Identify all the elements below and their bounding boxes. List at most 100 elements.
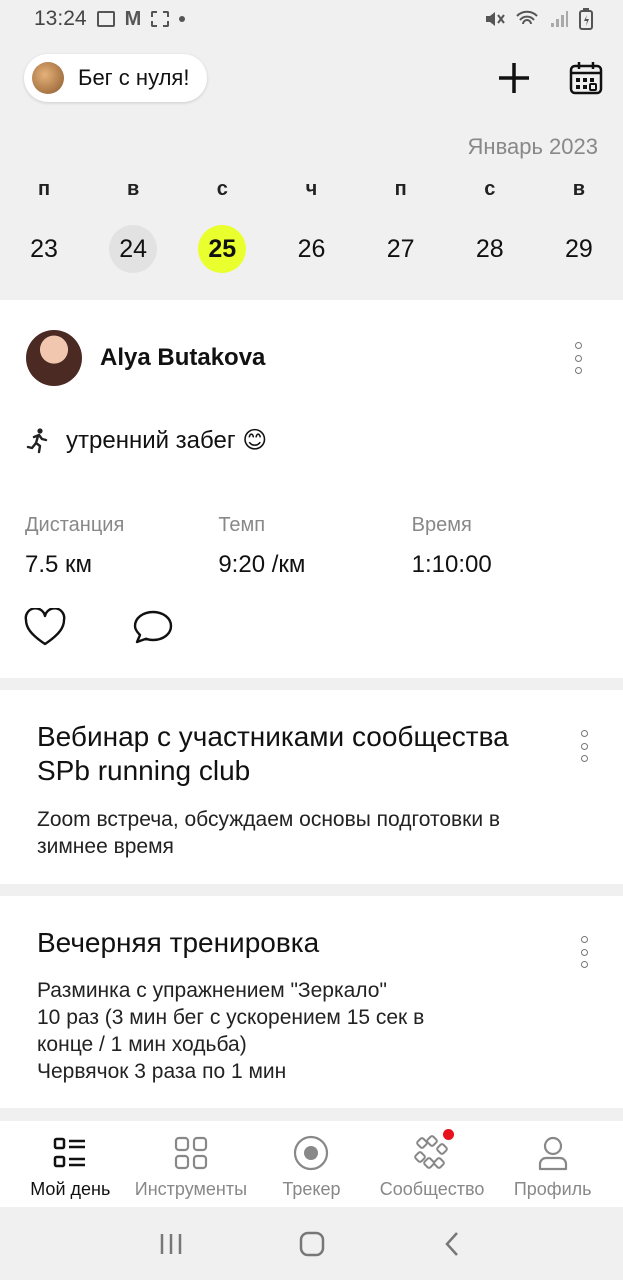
weekday-label: с bbox=[484, 178, 496, 200]
post-stats: Дистанция 7.5 км Темп 9:20 /км Время 1:1… bbox=[25, 514, 605, 579]
kebab-dot-icon bbox=[580, 961, 588, 968]
nav-label: Инструменты bbox=[134, 1179, 248, 1199]
avatar[interactable] bbox=[26, 330, 82, 386]
wifi-icon bbox=[516, 10, 538, 25]
gallery-notification-icon bbox=[96, 11, 115, 27]
nav-community[interactable]: Сообщество bbox=[372, 1121, 493, 1207]
post-title: утренний забег 😊 bbox=[66, 427, 268, 454]
kebab-dot-icon bbox=[580, 936, 588, 943]
signal-icon bbox=[551, 11, 568, 27]
event-description: Zoom встреча, обсуждаем основы подготовк… bbox=[37, 808, 501, 858]
calendar-button[interactable] bbox=[564, 56, 608, 100]
week-calendar: Январь 2023 п в с ч п с в 23 24 25 26 27… bbox=[0, 120, 623, 300]
stat-value: 1:10:00 bbox=[411, 551, 492, 578]
post-actions bbox=[24, 608, 174, 648]
mute-icon bbox=[486, 12, 505, 26]
battery-icon bbox=[579, 8, 593, 30]
event-more-button[interactable] bbox=[572, 726, 596, 766]
kebab-dot-icon bbox=[580, 742, 588, 750]
stat-value: 9:20 /км bbox=[218, 551, 306, 578]
kebab-dot-icon bbox=[580, 948, 588, 956]
system-navigation-bar bbox=[0, 1207, 623, 1280]
status-left: 13:24 M bbox=[34, 7, 186, 31]
calendar-day-selected[interactable]: 25 bbox=[198, 225, 247, 273]
nav-profile[interactable]: Профиль bbox=[492, 1121, 613, 1207]
like-heart-icon[interactable] bbox=[24, 608, 66, 648]
nav-label: Профиль bbox=[513, 1179, 592, 1199]
club-name: Бег с нуля! bbox=[78, 65, 190, 90]
nav-label: Мой день bbox=[30, 1179, 111, 1199]
club-avatar bbox=[32, 62, 64, 94]
notification-badge bbox=[443, 1129, 455, 1140]
status-right bbox=[483, 8, 593, 30]
post-title-row: утренний забег 😊 bbox=[26, 426, 267, 455]
screenshot-notification-icon bbox=[151, 11, 170, 27]
stat-pace: Темп 9:20 /км bbox=[218, 514, 411, 579]
community-icon-wrap bbox=[414, 1129, 455, 1171]
weekday-row: п в с ч п с в bbox=[0, 178, 623, 201]
calendar-icon bbox=[569, 62, 603, 95]
nav-tools[interactable]: Инструменты bbox=[131, 1121, 252, 1207]
nav-my-day[interactable]: Мой день bbox=[10, 1121, 131, 1207]
calendar-day[interactable]: 24 bbox=[109, 225, 158, 273]
calendar-month: Январь 2023 bbox=[467, 134, 598, 159]
post-more-button[interactable] bbox=[566, 338, 590, 378]
plus-icon bbox=[499, 63, 529, 93]
profile-icon bbox=[538, 1136, 567, 1171]
weekday-label: в bbox=[127, 178, 140, 200]
status-bar: 13:24 M bbox=[0, 0, 623, 38]
weekday-label: с bbox=[216, 178, 228, 200]
event-card[interactable]: Вечерняя тренировка Разминка с упражнени… bbox=[0, 896, 623, 1108]
weekday-label: п bbox=[394, 178, 407, 200]
day-row: 23 24 25 26 27 28 29 bbox=[0, 225, 623, 273]
stat-value: 7.5 км bbox=[25, 551, 93, 578]
add-button[interactable] bbox=[492, 56, 536, 100]
tracker-icon bbox=[294, 1135, 329, 1171]
comment-icon[interactable] bbox=[132, 608, 174, 648]
kebab-dot-icon bbox=[574, 367, 582, 374]
gmail-notification-icon: M bbox=[124, 7, 142, 30]
event-description: Разминка с упражнением "Зеркало" 10 раз … bbox=[37, 977, 557, 1085]
nav-label: Сообщество bbox=[379, 1179, 485, 1199]
calendar-day[interactable]: 26 bbox=[287, 225, 335, 273]
kebab-dot-icon bbox=[574, 342, 582, 349]
event-card[interactable]: Вебинар с участниками сообщества SPb run… bbox=[0, 690, 623, 884]
recent-apps-icon[interactable] bbox=[156, 1230, 186, 1258]
nav-tracker[interactable]: Трекер bbox=[251, 1121, 372, 1207]
kebab-dot-icon bbox=[574, 354, 582, 362]
calendar-day[interactable]: 28 bbox=[466, 225, 514, 273]
post-author[interactable]: Alya Butakova bbox=[100, 344, 265, 372]
home-icon[interactable] bbox=[297, 1229, 327, 1259]
kebab-dot-icon bbox=[580, 755, 588, 762]
event-description-line: 10 раз (3 мин бег с ускорением 15 сек в bbox=[37, 1006, 425, 1029]
kebab-dot-icon bbox=[580, 730, 588, 737]
stat-label: Темп bbox=[218, 514, 266, 536]
event-description-line: конце / 1 мин ходьба) bbox=[37, 1033, 247, 1056]
nav-label: Трекер bbox=[282, 1179, 341, 1199]
more-notifications-icon bbox=[179, 16, 186, 22]
calendar-day[interactable]: 23 bbox=[20, 225, 68, 273]
event-title: Вебинар с участниками сообщества SPb run… bbox=[37, 721, 509, 786]
activity-post-card[interactable]: Alya Butakova утренний забег 😊 Дистанция… bbox=[0, 300, 623, 678]
calendar-day[interactable]: 29 bbox=[555, 225, 603, 273]
stat-label: Время bbox=[411, 514, 472, 536]
running-icon bbox=[26, 427, 48, 453]
weekday-label: в bbox=[572, 178, 586, 200]
event-more-button[interactable] bbox=[572, 932, 596, 972]
weekday-label: п bbox=[37, 178, 51, 200]
bottom-navigation: Мой день Инструменты Трекер Сообщество П… bbox=[0, 1121, 623, 1207]
back-icon[interactable] bbox=[438, 1229, 468, 1259]
top-bar: Бег с нуля! bbox=[0, 38, 623, 120]
my-day-icon bbox=[54, 1137, 86, 1168]
community-icon bbox=[414, 1135, 448, 1169]
club-selector[interactable]: Бег с нуля! bbox=[24, 54, 208, 102]
event-description-line: Червячок 3 раза по 1 мин bbox=[37, 1060, 287, 1083]
event-title: Вечерняя тренировка bbox=[37, 927, 320, 958]
weekday-label: ч bbox=[305, 178, 318, 200]
calendar-day[interactable]: 27 bbox=[377, 225, 425, 273]
stat-distance: Дистанция 7.5 км bbox=[25, 514, 218, 579]
stat-time: Время 1:10:00 bbox=[412, 514, 605, 579]
stat-label: Дистанция bbox=[25, 514, 125, 536]
tools-icon bbox=[174, 1136, 207, 1170]
status-time: 13:24 bbox=[34, 7, 87, 30]
